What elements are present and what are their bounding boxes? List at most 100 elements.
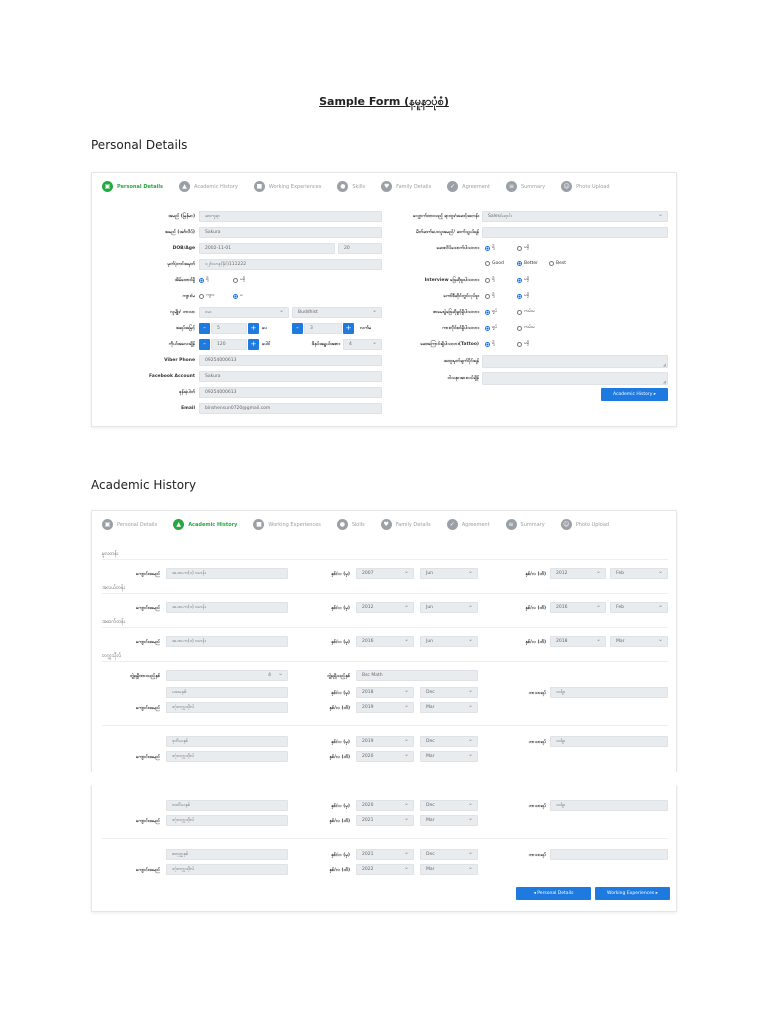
- height-ft-field[interactable]: 5: [211, 323, 247, 334]
- interview-no-radio[interactable]: မရှိ: [517, 277, 529, 283]
- univ-year-1-from-year-select[interactable]: 2018: [356, 687, 414, 698]
- univ-year-1-to-year-select[interactable]: 2019: [356, 702, 414, 713]
- high-from-month-select[interactable]: Jun: [420, 636, 478, 647]
- univ-year-2-field[interactable]: ဒုတိယနှစ်: [166, 736, 288, 747]
- weight-plus-button[interactable]: +: [248, 339, 259, 350]
- gender-male-radio[interactable]: ကျား: [199, 293, 214, 299]
- step-agreement[interactable]: ✓ Agreement: [447, 181, 490, 192]
- univ-year-4-major-field[interactable]: [550, 849, 668, 860]
- step-agreement[interactable]: ✓ Agreement: [446, 519, 490, 530]
- univ-year-3-field[interactable]: တတိယနှစ်: [166, 800, 288, 811]
- step-academic-history[interactable]: ▲ Academic History: [173, 519, 237, 530]
- degree-field[interactable]: Bsc Math: [356, 670, 478, 681]
- coffee-shop-no-radio[interactable]: မရှိ: [517, 293, 529, 299]
- exam-opt2-radio[interactable]: ကမ်းမ: [517, 309, 535, 315]
- univ-year-1-school-field[interactable]: ဒဂုံတက္ကသိုလ်: [166, 702, 288, 713]
- step-photo-upload[interactable]: ☺ Photo Upload: [561, 181, 610, 192]
- next-academic-history-button[interactable]: Academic History ▸: [601, 388, 668, 401]
- marital-yes-radio[interactable]: ရှိ: [199, 277, 209, 283]
- hobby-textarea[interactable]: [482, 372, 668, 385]
- univ-year-3-major-field[interactable]: သင်္ချာ: [550, 800, 668, 811]
- apply-position-select[interactable]: Sales/ရောင်း: [482, 211, 668, 222]
- univ-year-1-major-field[interactable]: သင်္ချာ: [550, 687, 668, 698]
- univ-year-2-to-year-select[interactable]: 2020: [356, 751, 414, 762]
- smoking-no-radio[interactable]: မရှိ: [517, 245, 529, 251]
- weight-field[interactable]: 120: [211, 339, 247, 350]
- viber-field[interactable]: 09254000613: [199, 355, 382, 366]
- step-personal-details[interactable]: ▣ Personal Details: [102, 519, 157, 530]
- high-to-month-select[interactable]: Mar: [610, 636, 668, 647]
- high-to-year-select[interactable]: 2018: [550, 636, 606, 647]
- univ-year-1-from-month-select[interactable]: Dec: [420, 687, 478, 698]
- shoe-size-select[interactable]: 4: [343, 339, 382, 350]
- prev-personal-details-button[interactable]: ◂ Personal Details: [516, 887, 591, 900]
- univ-year-1-field[interactable]: ပထမနှစ်: [166, 687, 288, 698]
- primary-to-month-select[interactable]: Feb: [610, 568, 668, 579]
- race-select[interactable]: ဗမာ: [199, 307, 289, 318]
- step-skills[interactable]: ● Skills: [336, 519, 365, 530]
- license-opt1-radio[interactable]: ရှုပ်: [485, 325, 497, 331]
- level-better-radio[interactable]: Better: [517, 261, 538, 266]
- phone-field[interactable]: 09254000613: [199, 387, 382, 398]
- high-school-field[interactable]: အ.ထ.က(၁) ဗဟန်း: [166, 636, 288, 647]
- univ-year-4-to-month-select[interactable]: Mar: [420, 864, 478, 875]
- height-ft-plus-button[interactable]: +: [248, 323, 259, 334]
- smoking-yes-radio[interactable]: ရှိ: [485, 245, 495, 251]
- height-inch-minus-button[interactable]: -: [292, 323, 303, 334]
- step-family-details[interactable]: ♥ Family Details: [380, 519, 431, 530]
- step-photo-upload[interactable]: ☺ Photo Upload: [560, 519, 609, 530]
- exam-opt1-radio[interactable]: ရှုပ်: [485, 309, 497, 315]
- step-summary[interactable]: ≡ Summary: [505, 519, 545, 530]
- univ-year-4-school-field[interactable]: ဒဂုံတက္ကသိုလ်: [166, 864, 288, 875]
- step-working-experiences[interactable]: ■ Working Experiences: [253, 519, 321, 530]
- step-skills[interactable]: ● Skills: [337, 181, 365, 192]
- univ-year-1-to-month-select[interactable]: Mar: [420, 702, 478, 713]
- height-inch-field[interactable]: 3: [304, 323, 342, 334]
- referrer-field[interactable]: [482, 227, 668, 238]
- univ-year-4-field[interactable]: စတုတ္ထနှစ်: [166, 849, 288, 860]
- tattoo-yes-radio[interactable]: ရှိ: [485, 341, 495, 347]
- univ-year-2-major-field[interactable]: သင်္ချာ: [550, 736, 668, 747]
- high-from-year-select[interactable]: 2016: [356, 636, 414, 647]
- univ-year-3-to-month-select[interactable]: Mar: [420, 815, 478, 826]
- step-academic-history[interactable]: ▲ Academic History: [179, 181, 238, 192]
- middle-to-year-select[interactable]: 2016: [550, 602, 606, 613]
- middle-from-year-select[interactable]: 2012: [356, 602, 414, 613]
- univ-year-4-from-month-select[interactable]: Dec: [420, 849, 478, 860]
- univ-year-3-from-year-select[interactable]: 2020: [356, 800, 414, 811]
- step-summary[interactable]: ≡ Summary: [505, 181, 545, 192]
- nrc-field[interactable]: ၁၂/ဗဟန(နိုင်)111222: [199, 259, 382, 270]
- primary-from-month-select[interactable]: Jun: [420, 568, 478, 579]
- univ-year-4-from-year-select[interactable]: 2021: [356, 849, 414, 860]
- university-status-select[interactable]: 4: [166, 670, 288, 681]
- level-best-radio[interactable]: Best: [549, 261, 566, 266]
- univ-year-2-from-month-select[interactable]: Dec: [420, 736, 478, 747]
- height-inch-plus-button[interactable]: +: [343, 323, 354, 334]
- middle-to-month-select[interactable]: Feb: [610, 602, 668, 613]
- step-family-details[interactable]: ♥ Family Details: [381, 181, 431, 192]
- step-working-experiences[interactable]: ■ Working Experiences: [253, 181, 321, 192]
- univ-year-4-to-year-select[interactable]: 2022: [356, 864, 414, 875]
- next-working-experiences-button[interactable]: Working Experiences ▸: [595, 887, 670, 900]
- primary-to-year-select[interactable]: 2012: [550, 568, 606, 579]
- univ-year-2-school-field[interactable]: ဒဂုံတက္ကသိုလ်: [166, 751, 288, 762]
- primary-school-field[interactable]: အ.ထ.က(၁) ဗဟန်း: [166, 568, 288, 579]
- gender-female-radio[interactable]: မ: [233, 293, 243, 299]
- email-field[interactable]: binshensun0720@gmail.com: [199, 403, 382, 414]
- interview-yes-radio[interactable]: ရှိ: [485, 277, 495, 283]
- tattoo-no-radio[interactable]: မရှိ: [517, 341, 529, 347]
- univ-year-3-to-year-select[interactable]: 2021: [356, 815, 414, 826]
- weight-minus-button[interactable]: -: [199, 339, 210, 350]
- name-en-field[interactable]: Sakura: [199, 227, 382, 238]
- height-ft-minus-button[interactable]: -: [199, 323, 210, 334]
- univ-year-2-from-year-select[interactable]: 2019: [356, 736, 414, 747]
- step-personal-details[interactable]: ▣ Personal Details: [102, 181, 163, 192]
- middle-from-month-select[interactable]: Jun: [420, 602, 478, 613]
- marital-no-radio[interactable]: မရှိ: [233, 277, 245, 283]
- coffee-shop-yes-radio[interactable]: ရှိ: [485, 293, 495, 299]
- primary-from-year-select[interactable]: 2007: [356, 568, 414, 579]
- univ-year-3-from-month-select[interactable]: Dec: [420, 800, 478, 811]
- license-opt2-radio[interactable]: ကမ်းမ: [517, 325, 535, 331]
- name-mm-field[interactable]: ဆာကူရာ: [199, 211, 382, 222]
- univ-year-2-to-month-select[interactable]: Mar: [420, 751, 478, 762]
